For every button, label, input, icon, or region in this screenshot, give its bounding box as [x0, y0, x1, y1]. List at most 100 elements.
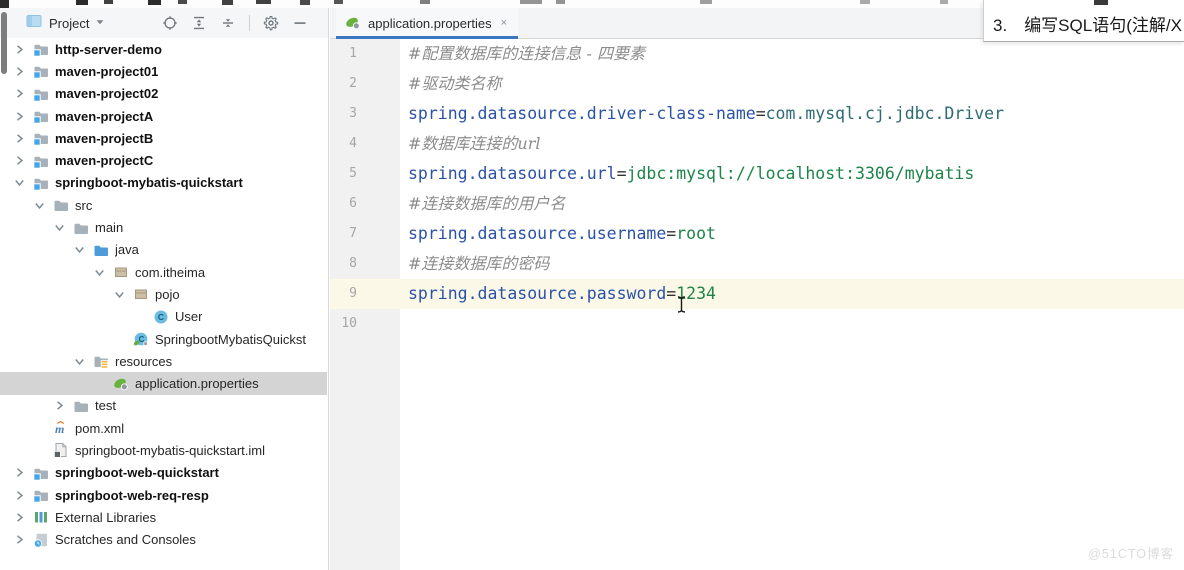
tree-item-external-libraries[interactable]: External Libraries — [0, 506, 327, 528]
code-editor[interactable]: 1 2 3 4 5 6 7 8 9 10 #配置数据库的连接信息 - 四要素 #驱动类名称 sprin… — [330, 39, 1184, 570]
folder-icon — [73, 398, 89, 414]
chevron-down-icon[interactable] — [52, 221, 66, 235]
expand-all-icon[interactable] — [191, 15, 207, 31]
code-area[interactable]: #配置数据库的连接信息 - 四要素 #驱动类名称 spring.datasource… — [401, 39, 1184, 339]
chevron-down-icon[interactable] — [32, 198, 46, 212]
line-number[interactable]: 5 — [330, 159, 400, 189]
chevron-down-icon[interactable] — [92, 265, 106, 279]
chevron-right-icon[interactable] — [52, 399, 66, 413]
chevron-down-icon[interactable] — [112, 287, 126, 301]
line-number[interactable]: 6 — [330, 189, 400, 219]
locate-icon[interactable] — [162, 15, 178, 31]
tab-close-icon[interactable]: × — [501, 17, 507, 29]
tree-item-scratches-and-consoles[interactable]: Scratches and Consoles — [0, 529, 327, 551]
code-line-4[interactable]: #数据库连接的url — [401, 129, 1184, 159]
code-line-5[interactable]: spring.datasource.url=jdbc:mysql://local… — [401, 159, 1184, 189]
line-number[interactable]: 3 — [330, 99, 400, 129]
hide-icon[interactable] — [292, 15, 308, 31]
module-folder-icon — [33, 108, 49, 124]
tree-item-application-properties[interactable]: application.properties — [0, 372, 327, 395]
code-segment-key: spring.datasource.driver-class-name — [408, 104, 756, 123]
code-line-3[interactable]: spring.datasource.driver-class-name=com.… — [401, 99, 1184, 129]
tab-label: application.properties — [368, 15, 492, 31]
cropped-text-fragment — [148, 0, 161, 5]
tree-item-pom-xml[interactable]: m pom.xml — [0, 417, 327, 439]
line-number[interactable]: 1 — [330, 39, 400, 69]
tree-item-maven-project02[interactable]: maven-project02 — [0, 83, 327, 105]
chevron-right-icon[interactable] — [12, 109, 26, 123]
line-number[interactable]: 8 — [330, 249, 400, 279]
note-item-number: 3. — [993, 16, 1008, 35]
code-line-7[interactable]: spring.datasource.username=root — [401, 219, 1184, 249]
chevron-right-icon[interactable] — [12, 510, 26, 524]
tree-item-springboot-mybatis-quickstart-iml[interactable]: springboot-mybatis-quickstart.iml — [0, 439, 327, 461]
code-line-8[interactable]: #连接数据库的密码 — [401, 249, 1184, 279]
tree-item-java[interactable]: java — [0, 239, 327, 261]
module-folder-icon — [33, 63, 49, 80]
chevron-right-icon[interactable] — [12, 488, 26, 502]
tree-item-maven-project01[interactable]: maven-project01 — [0, 60, 327, 82]
chevron-right-icon[interactable] — [12, 42, 26, 56]
chevron-down-icon[interactable] — [12, 176, 26, 190]
tree-item-http-server-demo[interactable]: http-server-demo — [0, 38, 327, 60]
cropped-text-fragment — [556, 0, 565, 4]
collapse-all-icon[interactable] — [220, 15, 236, 31]
chevron-down-icon[interactable] — [72, 243, 86, 257]
line-number[interactable]: 4 — [330, 129, 400, 159]
settings-gear-icon[interactable] — [263, 15, 279, 31]
line-number[interactable]: 7 — [330, 219, 400, 249]
cropped-text-fragment — [222, 0, 233, 5]
tree-item-label: application.properties — [135, 376, 259, 392]
tree-item-label: maven-projectC — [55, 153, 154, 169]
tree-item-maven-projectb[interactable]: maven-projectB — [0, 127, 327, 149]
code-line-1[interactable]: #配置数据库的连接信息 - 四要素 — [401, 39, 1184, 69]
tree-item-label: External Libraries — [55, 509, 157, 525]
line-number[interactable]: 9 — [330, 279, 400, 309]
chevron-right-icon[interactable] — [12, 466, 26, 480]
chevron-right-icon[interactable] — [12, 131, 26, 145]
tree-item-maven-projectc[interactable]: maven-projectC — [0, 149, 327, 171]
tree-item-label: Scratches and Consoles — [55, 532, 196, 548]
tree-item-springboot-web-quickstart[interactable]: springboot-web-quickstart — [0, 462, 327, 484]
code-line-10[interactable] — [401, 309, 1184, 339]
tree-item-pojo[interactable]: pojo — [0, 283, 327, 305]
text-ibeam-cursor — [675, 295, 688, 319]
tree-item-springboot-web-req-resp[interactable]: springboot-web-req-resp — [0, 484, 327, 506]
cropped-text-fragment — [178, 0, 187, 4]
watermark: @51CTO博客 — [1088, 547, 1174, 561]
scratches-icon — [33, 532, 49, 548]
chevron-down-icon[interactable] — [95, 14, 105, 32]
code-line-2[interactable]: #驱动类名称 — [401, 69, 1184, 99]
code-line-6[interactable]: #连接数据库的用户名 — [401, 189, 1184, 219]
tab-application-properties[interactable]: application.properties × — [336, 8, 519, 39]
chevron-down-icon[interactable] — [72, 354, 86, 368]
cropped-text-fragment — [700, 0, 712, 4]
maven-icon: m — [53, 420, 69, 436]
tree-item-label: src — [75, 197, 93, 213]
tree-item-maven-projecta[interactable]: maven-projectA — [0, 105, 327, 127]
cropped-text-fragment — [334, 0, 343, 4]
left-scrollbar-thumb[interactable] — [1, 12, 7, 74]
tree-item-springbootmybatisquickst[interactable]: C SpringbootMybatisQuickst — [0, 328, 327, 350]
tree-item-src[interactable]: src — [0, 194, 327, 216]
cropped-text-fragment — [520, 0, 542, 4]
line-number-gutter[interactable]: 1 2 3 4 5 6 7 8 9 10 — [330, 39, 400, 339]
code-line-9[interactable]: spring.datasource.password=1234 — [401, 279, 1184, 309]
tree-item-user[interactable]: C User — [0, 306, 327, 328]
tree-item-label: maven-project02 — [55, 86, 159, 102]
line-number[interactable]: 10 — [330, 309, 400, 339]
tree-item-main[interactable]: main — [0, 216, 327, 238]
class-icon: C — [153, 309, 169, 325]
tree-item-resources[interactable]: resources — [0, 350, 327, 372]
tree-item-test[interactable]: test — [0, 395, 327, 417]
chevron-right-icon[interactable] — [12, 533, 26, 547]
tree-item-com-itheima[interactable]: com.itheima — [0, 261, 327, 283]
chevron-right-icon[interactable] — [12, 154, 26, 168]
chevron-right-icon[interactable] — [12, 87, 26, 101]
tree-item-springboot-mybatis-quickstart[interactable]: springboot-mybatis-quickstart — [0, 172, 327, 194]
code-segment-value: root — [676, 224, 716, 243]
cropped-text-fragment — [104, 0, 113, 4]
chevron-right-icon[interactable] — [12, 64, 26, 78]
project-panel-title[interactable]: Project — [49, 16, 89, 31]
line-number[interactable]: 2 — [330, 69, 400, 99]
